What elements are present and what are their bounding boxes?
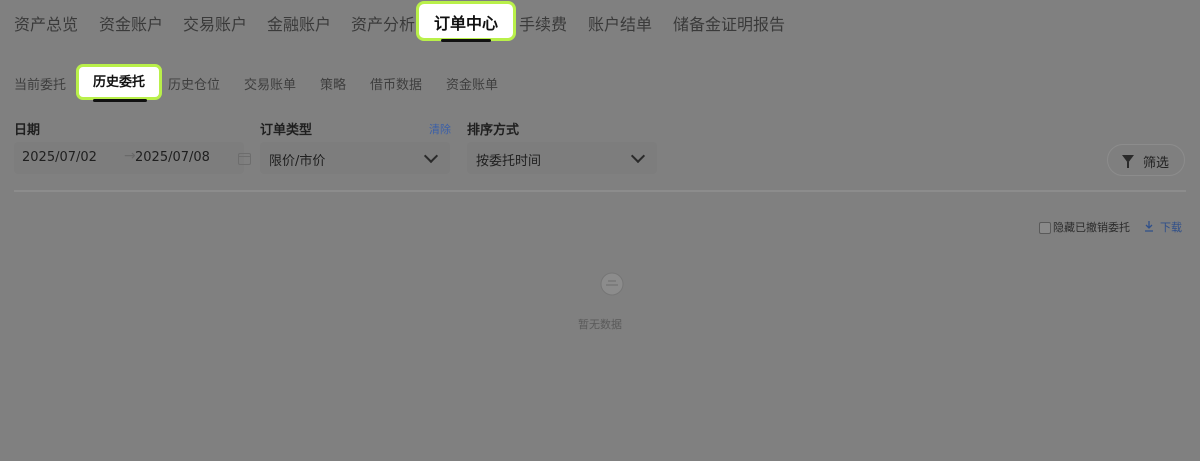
sort-label: 排序方式 <box>467 123 520 138</box>
active-underline <box>441 39 491 42</box>
nav-asset-analysis[interactable]: 资产分析 <box>351 11 415 35</box>
top-nav: 资产总览 资金账户 交易账户 金融账户 资产分析 订单中心 手续费 账户结单 储… <box>0 0 1200 46</box>
tab-open-orders[interactable]: 当前委托 <box>14 74 66 93</box>
tab-order-history[interactable]: 历史委托 <box>76 64 162 102</box>
filter-icon <box>1122 155 1134 168</box>
date-label: 日期 <box>14 123 41 138</box>
tab-position-history[interactable]: 历史仓位 <box>168 74 220 93</box>
order-type-value: 限价/市价 <box>269 154 326 169</box>
nav-order-center[interactable]: 订单中心 <box>416 1 516 42</box>
tab-strategy[interactable]: 策略 <box>320 74 346 93</box>
tab-trade-bills[interactable]: 交易账单 <box>244 74 296 93</box>
hide-cancelled-checkbox[interactable] <box>1039 222 1051 234</box>
filter-button-label: 筛选 <box>1143 156 1170 171</box>
tab-funding-bills[interactable]: 资金账单 <box>446 74 498 93</box>
nav-order-center-label: 订单中心 <box>433 14 498 33</box>
tab-order-history-label: 历史委托 <box>92 75 145 90</box>
download-icon[interactable] <box>1144 220 1154 232</box>
tab-borrow-data[interactable]: 借币数据 <box>370 74 422 93</box>
date-from[interactable]: 2025/07/02 <box>22 150 97 165</box>
order-type-select[interactable]: 限价/市价 <box>260 142 450 174</box>
nav-asset-overview[interactable]: 资产总览 <box>14 11 78 35</box>
download-link[interactable]: 下载 <box>1160 219 1182 235</box>
empty-state-text: 暂无数据 <box>578 318 622 331</box>
calendar-icon[interactable] <box>238 153 251 165</box>
divider <box>14 190 1186 192</box>
chevron-down-icon <box>423 148 439 164</box>
chevron-down-icon <box>630 148 646 164</box>
active-underline <box>93 99 147 102</box>
sort-select[interactable]: 按委托时间 <box>467 142 657 174</box>
hide-cancelled-label[interactable]: 隐藏已撤销委托 <box>1053 219 1130 235</box>
nav-funding-account[interactable]: 资金账户 <box>99 11 163 35</box>
nav-fees[interactable]: 手续费 <box>519 11 567 35</box>
nav-statements[interactable]: 账户结单 <box>588 11 652 35</box>
empty-box-icon <box>600 272 624 296</box>
clear-link[interactable]: 清除 <box>429 121 451 137</box>
nav-financial-account[interactable]: 金融账户 <box>267 11 331 35</box>
nav-proof-of-reserves[interactable]: 储备金证明报告 <box>673 11 785 35</box>
sort-value: 按委托时间 <box>476 154 542 169</box>
date-to[interactable]: 2025/07/08 <box>135 150 210 165</box>
date-range-picker[interactable]: 2025/07/02 → 2025/07/08 <box>14 142 251 174</box>
nav-trading-account[interactable]: 交易账户 <box>183 11 247 35</box>
order-type-label: 订单类型 <box>260 123 313 138</box>
arrow-right-icon: → <box>124 148 136 164</box>
filter-button[interactable]: 筛选 <box>1107 144 1185 176</box>
